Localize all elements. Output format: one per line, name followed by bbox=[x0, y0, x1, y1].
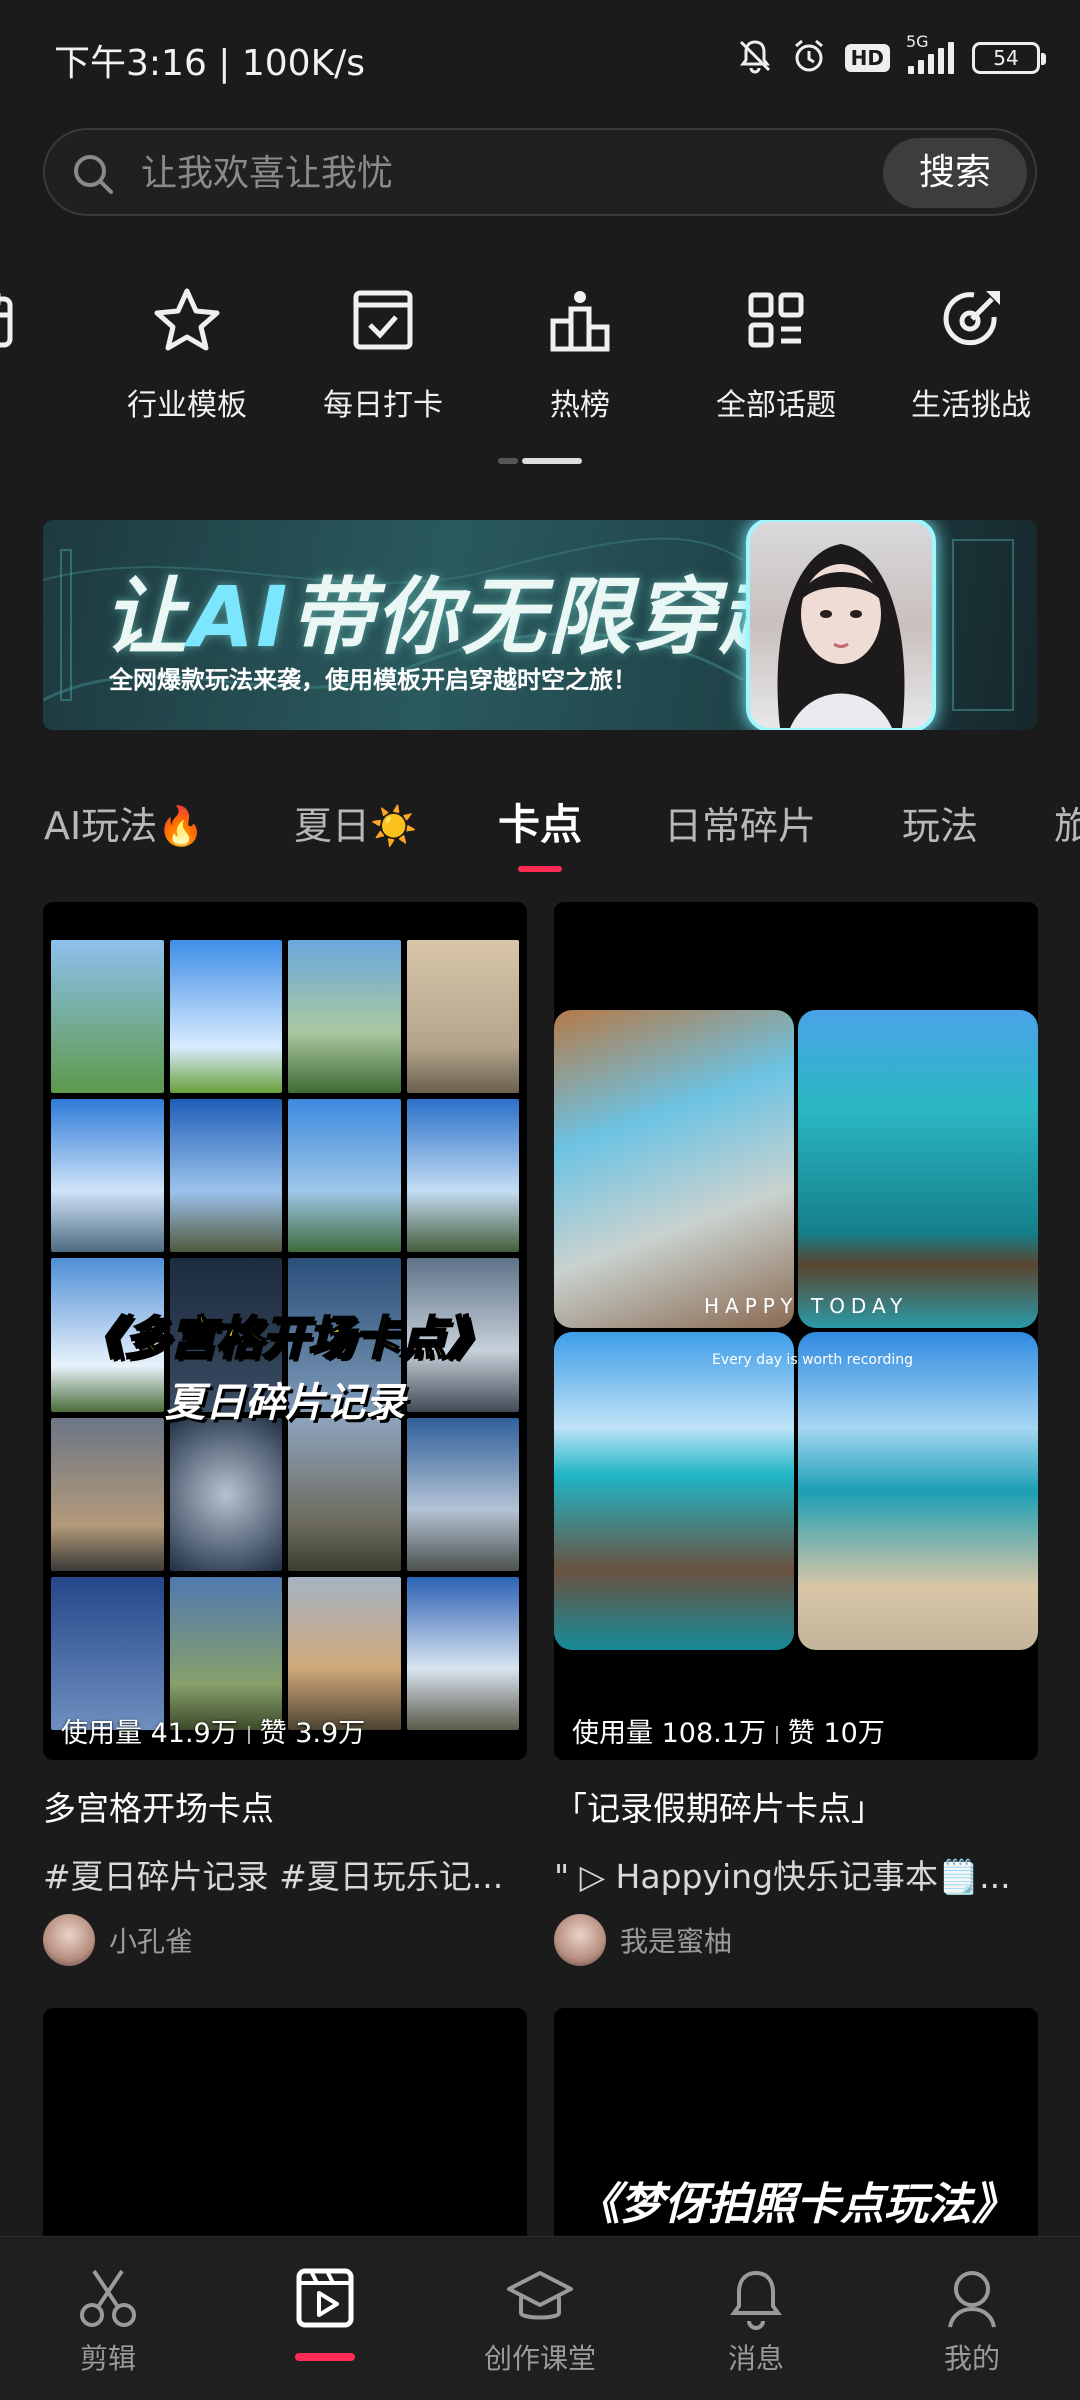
category-label: 全部话题 bbox=[716, 388, 836, 423]
category-label: 每日打卡 bbox=[323, 388, 443, 423]
category-item-life-challenge[interactable]: 生活挑战 bbox=[886, 280, 1056, 424]
avatar bbox=[43, 1914, 95, 1966]
card-overlay-caption: Every day is worth recording bbox=[712, 1352, 914, 1368]
category-item-hot-list[interactable]: 热榜 bbox=[495, 280, 665, 424]
tab-summer[interactable]: 夏日☀️ bbox=[294, 795, 417, 850]
hd-badge: HD bbox=[844, 44, 890, 72]
search-input[interactable] bbox=[141, 148, 841, 198]
checkbox-icon bbox=[298, 280, 468, 360]
template-thumbnail[interactable]: HAPPY TODAY Every day is worth recording… bbox=[554, 902, 1038, 1760]
calendar-icon bbox=[0, 280, 70, 360]
category-label: 行业模板 bbox=[127, 388, 247, 423]
graduation-cap-icon bbox=[460, 2267, 620, 2331]
template-play-icon bbox=[245, 2267, 405, 2331]
template-card-2[interactable]: HAPPY TODAY Every day is worth recording… bbox=[554, 902, 1038, 1966]
banner-title: 让AI带你无限穿越 bbox=[103, 568, 806, 666]
scissors-icon bbox=[28, 2267, 188, 2331]
author-name: 我是蜜柚 bbox=[620, 1925, 733, 1958]
active-nav-indicator bbox=[295, 2353, 355, 2361]
nav-label: 创作课堂 bbox=[483, 2342, 596, 2375]
tab-ai-play[interactable]: AI玩法🔥 bbox=[44, 795, 205, 850]
banner-portrait-image bbox=[746, 520, 936, 730]
card-overlay-title: 《多宫格开场卡点》 bbox=[77, 1310, 493, 1366]
category-item-all-topics[interactable]: 全部话题 bbox=[691, 280, 861, 424]
template-thumbnail[interactable]: 《多宫格开场卡点》 夏日碎片记录 使用量 41.9万赞 3.9万 bbox=[43, 902, 527, 1760]
category-item-industry-template[interactable]: 行业模板 bbox=[102, 280, 272, 424]
nav-messages[interactable]: 消息 bbox=[676, 2267, 836, 2377]
grid-icon bbox=[691, 280, 861, 360]
tab-travel[interactable]: 旅 bbox=[1054, 795, 1080, 850]
search-button[interactable]: 搜索 bbox=[883, 138, 1027, 208]
battery-icon: 54 bbox=[972, 42, 1046, 74]
card-overlay-subtitle: 夏日碎片记录 bbox=[165, 1380, 405, 1426]
template-stats: 使用量 41.9万赞 3.9万 bbox=[61, 1718, 366, 1749]
category-row: 日 行业模板 每日打卡 热榜 全部话题 生活挑战 bbox=[0, 280, 1080, 430]
category-item-daily[interactable]: 日 bbox=[0, 280, 70, 424]
card-overlay-title: 《梦伢拍照卡点玩法》 bbox=[576, 2179, 1016, 2230]
nav-profile[interactable]: 我的 bbox=[892, 2267, 1052, 2377]
status-time: 下午3:16 | 100K/s bbox=[54, 43, 366, 84]
nav-label: 消息 bbox=[727, 2342, 784, 2375]
tab-beat-sync[interactable]: 卡点 bbox=[498, 791, 582, 852]
bell-icon bbox=[676, 2267, 836, 2331]
mute-bell-icon bbox=[737, 38, 773, 78]
template-stats: 使用量 108.1万赞 10万 bbox=[572, 1718, 885, 1749]
template-thumbnail[interactable]: 《梦伢拍照卡点玩法》 bbox=[554, 2008, 1038, 2238]
template-thumbnail[interactable] bbox=[43, 2008, 527, 2238]
active-tab-indicator bbox=[518, 866, 562, 872]
nav-label: 剪辑 bbox=[79, 2342, 136, 2375]
tab-daily-fragments[interactable]: 日常碎片 bbox=[664, 795, 816, 850]
search-icon bbox=[69, 150, 117, 202]
template-card-1[interactable]: 《多宫格开场卡点》 夏日碎片记录 使用量 41.9万赞 3.9万 多宫格开场卡点… bbox=[43, 902, 527, 1966]
star-icon bbox=[102, 280, 272, 360]
template-title: 多宫格开场卡点 bbox=[43, 1789, 274, 1828]
target-icon bbox=[886, 280, 1056, 360]
network-label: 5G bbox=[906, 32, 929, 51]
author-name: 小孔雀 bbox=[109, 1925, 194, 1958]
category-label: 热榜 bbox=[550, 388, 610, 423]
category-item-daily-checkin[interactable]: 每日打卡 bbox=[298, 280, 468, 424]
avatar bbox=[554, 1914, 606, 1966]
template-title: 「记录假期碎片卡点」 bbox=[554, 1789, 884, 1828]
template-tags: " ▷ Happying快乐记事本🗒️... bbox=[554, 1857, 1011, 1896]
author-row[interactable]: 小孔雀 bbox=[43, 1914, 527, 1966]
category-scroll-indicator bbox=[498, 458, 584, 464]
alarm-icon bbox=[791, 38, 827, 78]
nav-templates[interactable] bbox=[245, 2267, 405, 2331]
nav-creative-class[interactable]: 创作课堂 bbox=[460, 2267, 620, 2377]
page: { "status_bar": { "time_speed": "下午3:16 … bbox=[0, 0, 1080, 2400]
search-bar[interactable]: 搜索 bbox=[43, 128, 1037, 216]
profile-icon bbox=[892, 2267, 1052, 2331]
template-tags: #夏日碎片记录 #夏日玩乐记... bbox=[43, 1857, 504, 1896]
card-overlay-happy-today: HAPPY TODAY bbox=[704, 1294, 909, 1318]
banner-subtitle: 全网爆款玩法来袭，使用模板开启穿越时空之旅！ bbox=[109, 666, 637, 694]
category-label: 生活挑战 bbox=[911, 388, 1031, 423]
battery-level: 54 bbox=[993, 46, 1019, 70]
podium-icon bbox=[495, 280, 665, 360]
tab-play[interactable]: 玩法 bbox=[902, 795, 978, 850]
category-tabs: AI玩法🔥 夏日☀️ 卡点 日常碎片 玩法 旅 bbox=[0, 795, 1080, 875]
bottom-nav: 剪辑 创作课堂 消息 我的 bbox=[0, 2236, 1080, 2400]
template-card-3[interactable] bbox=[43, 2008, 527, 2238]
promo-banner[interactable]: 让AI带你无限穿越 全网爆款玩法来袭，使用模板开启穿越时空之旅！ bbox=[43, 520, 1037, 730]
nav-label: 我的 bbox=[943, 2342, 1000, 2375]
category-label: 日 bbox=[0, 380, 70, 424]
status-bar: 下午3:16 | 100K/s HD 5G 54 bbox=[0, 0, 1080, 120]
author-row[interactable]: 我是蜜柚 bbox=[554, 1914, 1038, 1966]
signal-icon: 5G bbox=[906, 32, 954, 74]
photo-collage bbox=[554, 1010, 1038, 1650]
nav-edit[interactable]: 剪辑 bbox=[28, 2267, 188, 2377]
template-card-4[interactable]: 《梦伢拍照卡点玩法》 bbox=[554, 2008, 1038, 2238]
